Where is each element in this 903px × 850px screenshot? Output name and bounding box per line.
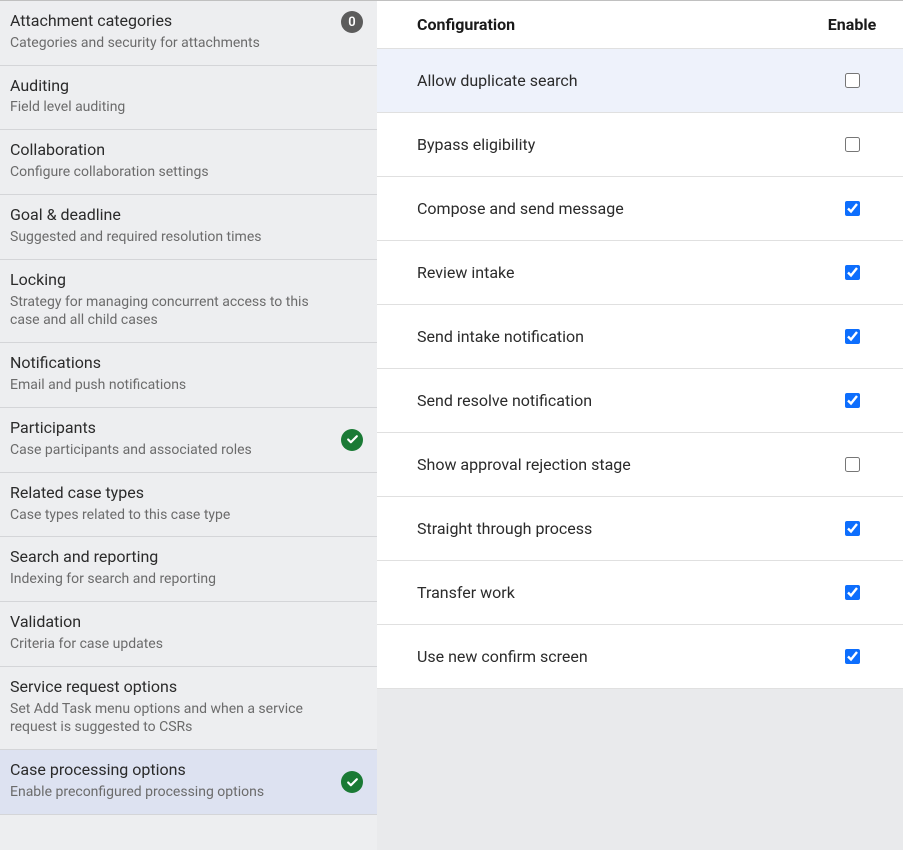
sidebar-item-title: Notifications [10,353,363,374]
config-row: Bypass eligibility [377,113,903,177]
enable-checkbox[interactable] [845,265,860,280]
sidebar-item-title: Service request options [10,677,363,698]
config-header-enable: Enable [817,15,887,34]
sidebar-item-title: Locking [10,270,363,291]
sidebar-item-participants[interactable]: Participants Case participants and associ… [0,408,377,473]
enable-checkbox[interactable] [845,457,860,472]
count-badge: 0 [341,11,363,33]
config-checkbox-cell [817,329,887,344]
config-label: Transfer work [417,583,817,602]
enable-checkbox[interactable] [845,393,860,408]
config-row: Allow duplicate search [377,49,903,113]
config-label: Review intake [417,263,817,282]
enable-checkbox[interactable] [845,201,860,216]
sidebar-item-desc: Set Add Task menu options and when a ser… [10,700,363,738]
sidebar-item-notifications[interactable]: Notifications Email and push notification… [0,343,377,408]
sidebar-item-desc: Case types related to this case type [10,506,363,525]
config-label: Use new confirm screen [417,647,817,666]
config-label: Send intake notification [417,327,817,346]
config-label: Show approval rejection stage [417,455,817,474]
sidebar-item-desc: Suggested and required resolution times [10,228,363,247]
sidebar-item-goal-deadline[interactable]: Goal & deadline Suggested and required re… [0,195,377,260]
config-header: Configuration Enable [377,1,903,49]
config-checkbox-cell [817,393,887,408]
config-checkbox-cell [817,457,887,472]
sidebar-item-attachment-categories[interactable]: Attachment categories Categories and secu… [0,1,377,66]
sidebar-item-title: Validation [10,612,363,633]
config-row: Send resolve notification [377,369,903,433]
check-circle-icon [341,771,363,793]
enable-checkbox[interactable] [845,73,860,88]
config-row: Show approval rejection stage [377,433,903,497]
config-checkbox-cell [817,649,887,664]
sidebar-item-title: Case processing options [10,760,363,781]
config-checkbox-cell [817,521,887,536]
config-header-title: Configuration [417,15,817,34]
sidebar: Attachment categories Categories and secu… [0,1,377,850]
sidebar-item-desc: Criteria for case updates [10,635,363,654]
config-row: Straight through process [377,497,903,561]
sidebar-item-desc: Strategy for managing concurrent access … [10,293,363,331]
sidebar-item-collaboration[interactable]: Collaboration Configure collaboration set… [0,130,377,195]
app-container: Attachment categories Categories and secu… [0,0,903,850]
sidebar-item-auditing[interactable]: AuditingField level auditing [0,66,377,131]
sidebar-item-search-and-reporting[interactable]: Search and reporting Indexing for search … [0,537,377,602]
sidebar-item-desc: Enable preconfigured processing options [10,783,363,802]
sidebar-item-title: Participants [10,418,363,439]
sidebar-item-desc: Categories and security for attachments [10,34,363,53]
sidebar-item-service-request-options[interactable]: Service request optionsSet Add Task menu… [0,667,377,751]
config-checkbox-cell [817,137,887,152]
sidebar-item-locking[interactable]: LockingStrategy for managing concurrent … [0,260,377,344]
enable-checkbox[interactable] [845,329,860,344]
enable-checkbox[interactable] [845,649,860,664]
config-label: Bypass eligibility [417,135,817,154]
config-row: Send intake notification [377,305,903,369]
sidebar-item-title: Search and reporting [10,547,363,568]
config-checkbox-cell [817,73,887,88]
config-checkbox-cell [817,265,887,280]
config-label: Allow duplicate search [417,71,817,90]
config-panel: Configuration Enable Allow duplicate sea… [377,1,903,689]
config-checkbox-cell [817,201,887,216]
main-panel: Configuration Enable Allow duplicate sea… [377,1,903,850]
enable-checkbox[interactable] [845,137,860,152]
sidebar-item-desc: Case participants and associated roles [10,441,363,460]
config-label: Send resolve notification [417,391,817,410]
config-label: Compose and send message [417,199,817,218]
sidebar-item-title: Auditing [10,76,363,97]
sidebar-item-desc: Configure collaboration settings [10,163,363,182]
sidebar-item-desc: Field level auditing [10,98,363,117]
sidebar-item-desc: Email and push notifications [10,376,363,395]
sidebar-item-related-case-types[interactable]: Related case types Case types related to … [0,473,377,538]
enable-checkbox[interactable] [845,521,860,536]
sidebar-item-title: Collaboration [10,140,363,161]
sidebar-item-desc: Indexing for search and reporting [10,570,363,589]
enable-checkbox[interactable] [845,585,860,600]
config-row: Review intake [377,241,903,305]
sidebar-item-case-processing-options[interactable]: Case processing options Enable preconfigu… [0,750,377,815]
sidebar-item-title: Attachment categories [10,11,363,32]
config-row: Transfer work [377,561,903,625]
config-row: Compose and send message [377,177,903,241]
config-row: Use new confirm screen [377,625,903,689]
sidebar-item-validation[interactable]: Validation Criteria for case updates [0,602,377,667]
config-label: Straight through process [417,519,817,538]
check-circle-icon [341,429,363,451]
sidebar-item-title: Goal & deadline [10,205,363,226]
config-checkbox-cell [817,585,887,600]
sidebar-item-title: Related case types [10,483,363,504]
